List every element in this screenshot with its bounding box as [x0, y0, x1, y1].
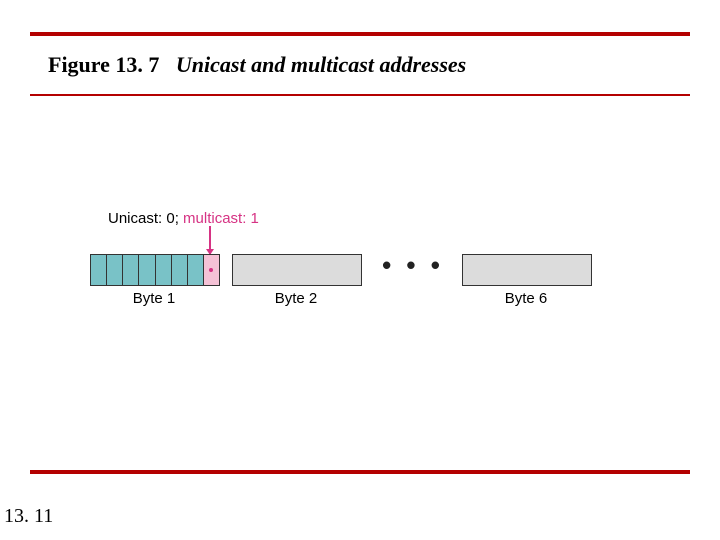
- top-rule-thick: [30, 32, 690, 36]
- byte-2-label: Byte 2: [232, 290, 360, 307]
- figure-number: Figure 13. 7: [48, 52, 159, 77]
- slide: Figure 13. 7 Unicast and multicast addre…: [0, 0, 720, 540]
- bit-cell: [156, 255, 172, 285]
- bit-cell: [188, 255, 204, 285]
- byte-1-label: Byte 1: [90, 290, 218, 307]
- ellipsis: • • •: [378, 250, 448, 281]
- bit-cell: [139, 255, 155, 285]
- callout-arrow: [209, 226, 211, 254]
- multicast-label: multicast: 1: [183, 210, 259, 227]
- figure-caption: Unicast and multicast addresses: [176, 52, 466, 77]
- byte-1: [90, 254, 220, 286]
- bit-cell: [91, 255, 107, 285]
- unicast-label: Unicast: 0;: [108, 210, 179, 227]
- bit-cell: [172, 255, 188, 285]
- bottom-rule: [30, 470, 690, 474]
- bit-cell: [123, 255, 139, 285]
- page-number: 13. 11: [4, 505, 53, 528]
- byte-2: [232, 254, 362, 286]
- byte-6-label: Byte 6: [462, 290, 590, 307]
- bit-annotation: Unicast: 0; multicast: 1: [108, 210, 259, 227]
- multicast-bit-cell: [204, 255, 219, 285]
- top-rule-thin: [30, 94, 690, 96]
- address-diagram: Unicast: 0; multicast: 1 • • • Byte 1 By…: [90, 210, 650, 370]
- figure-title: Figure 13. 7 Unicast and multicast addre…: [48, 52, 466, 78]
- byte-6: [462, 254, 592, 286]
- bit-cell: [107, 255, 123, 285]
